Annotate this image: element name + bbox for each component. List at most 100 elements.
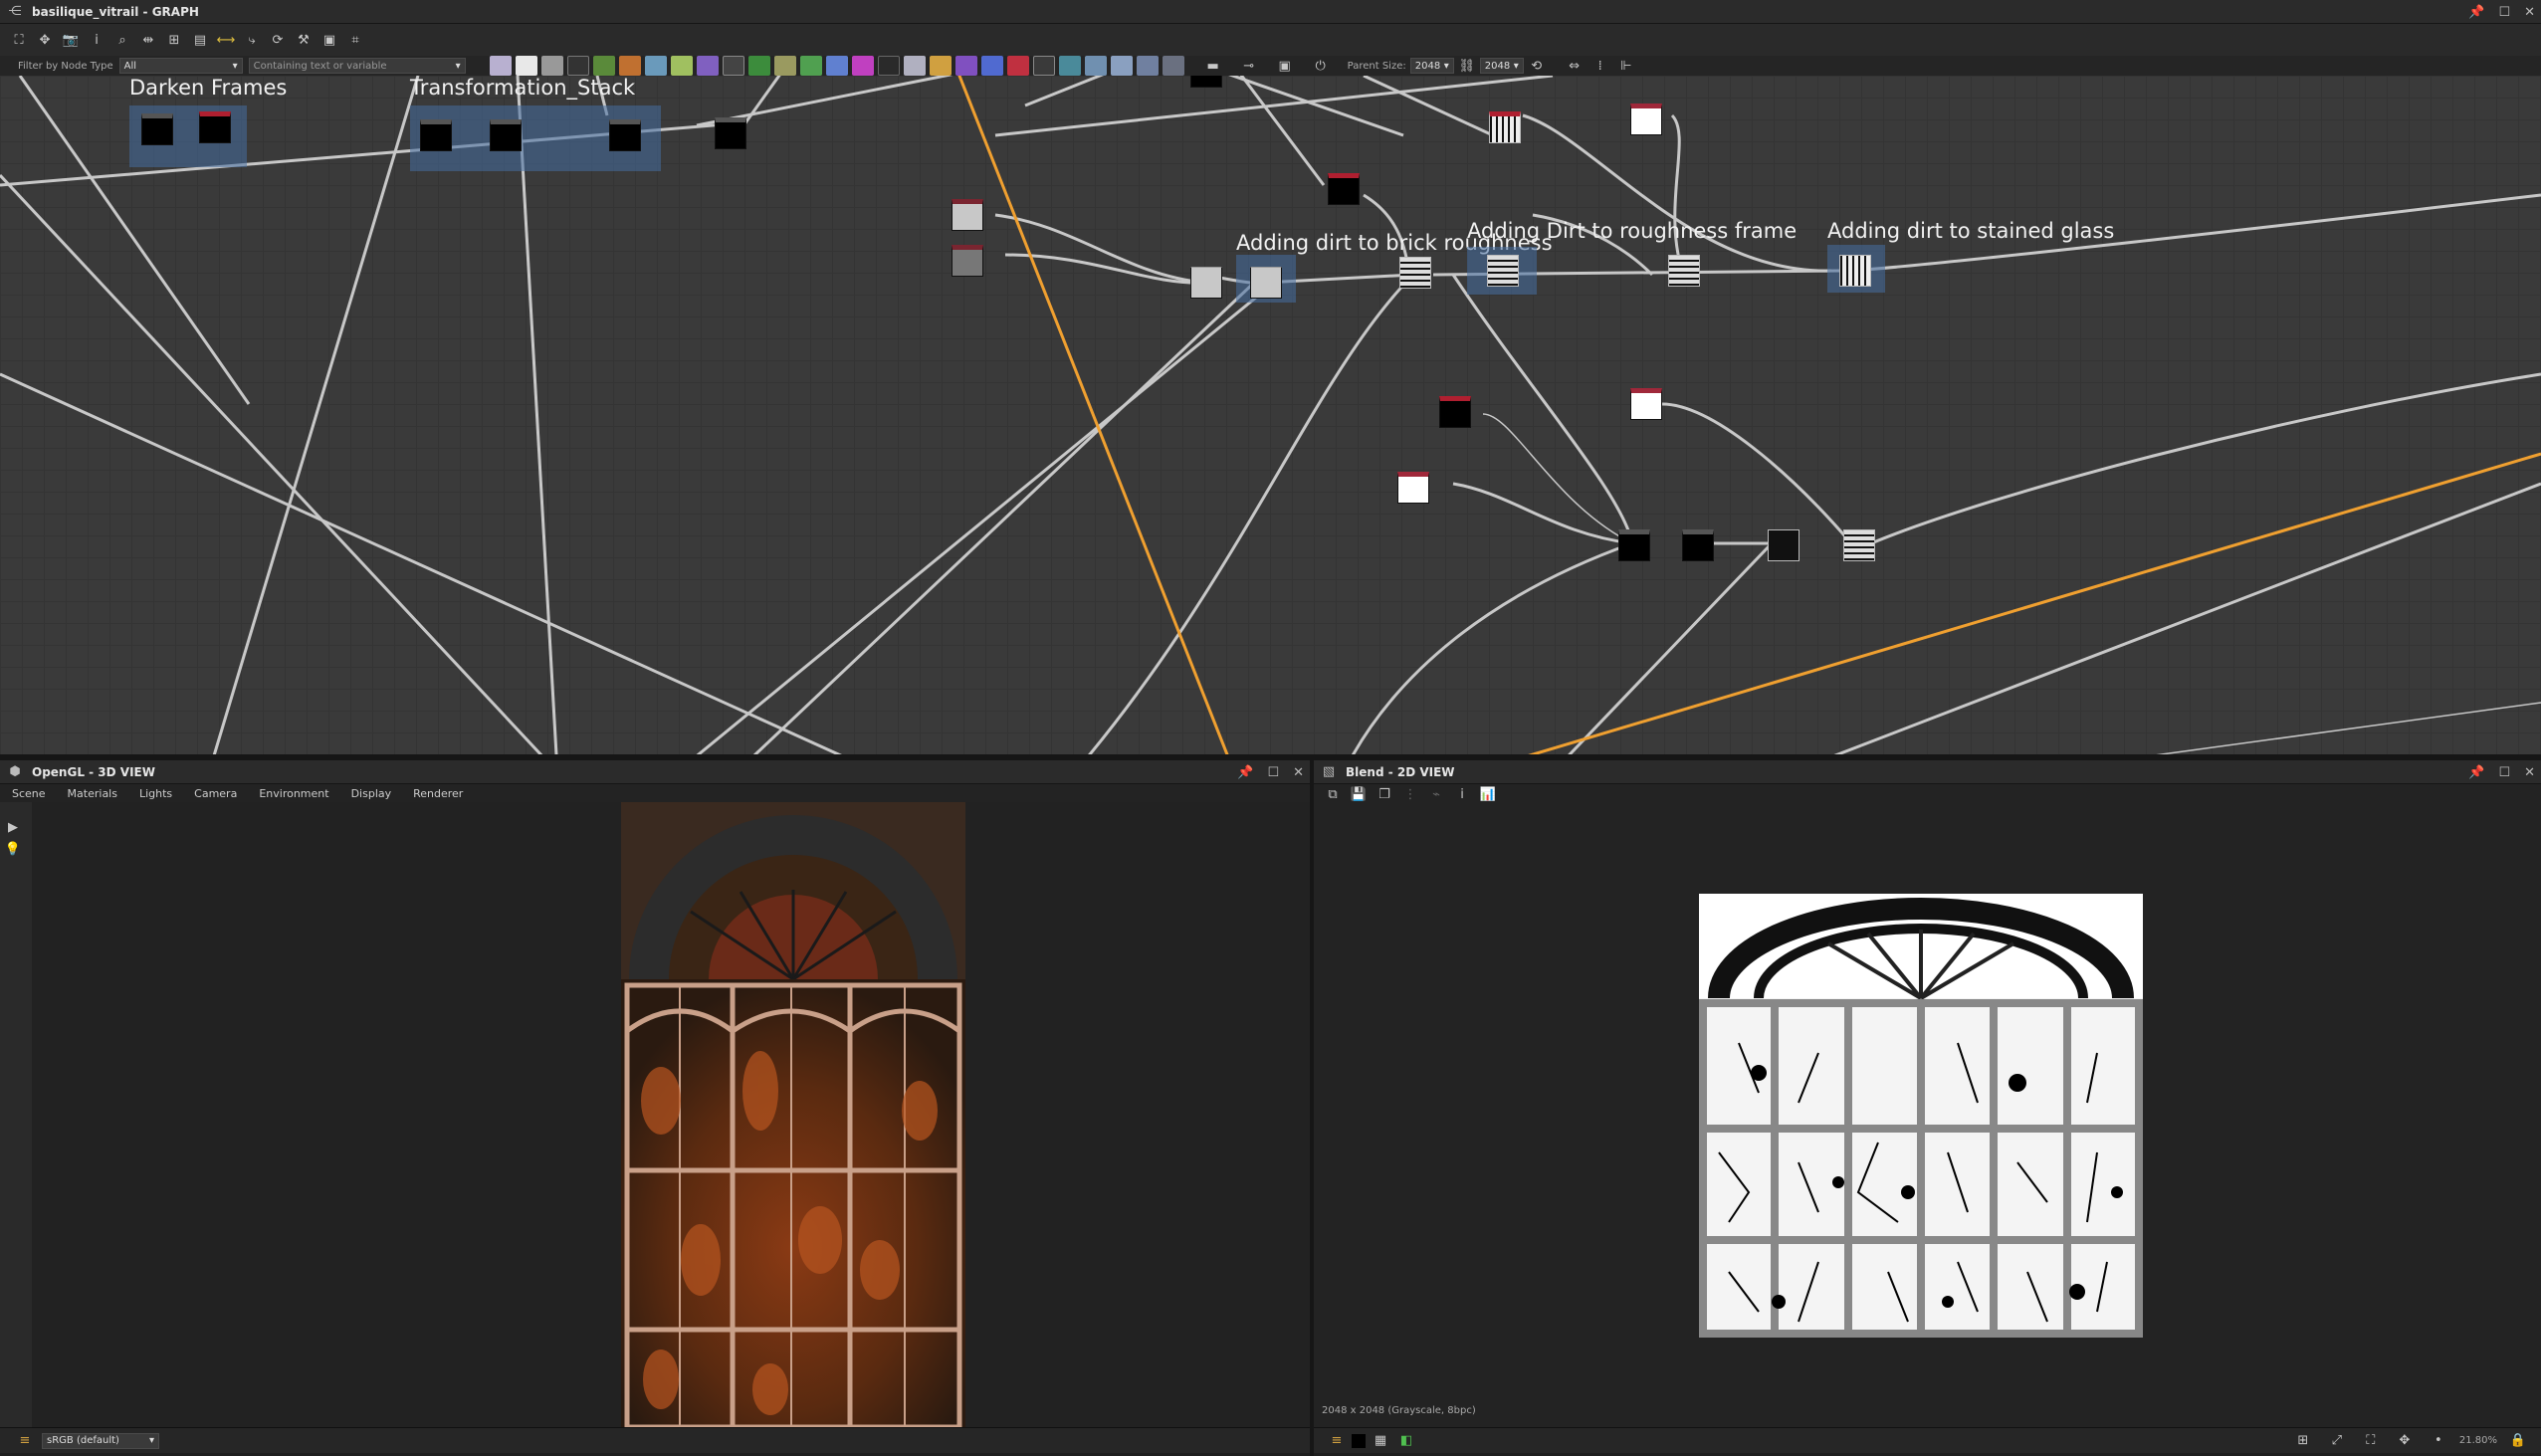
graph-node[interactable] [609,119,641,151]
levels-node-icon[interactable] [592,56,615,76]
graph-node[interactable] [1630,388,1662,420]
pan-icon[interactable]: ✥ [2394,1430,2416,1452]
menu-display[interactable]: Display [351,787,392,800]
connect-icon[interactable]: ⤷ [241,29,263,51]
graph-node[interactable] [1399,257,1431,289]
fx-node-icon[interactable] [1058,56,1081,76]
curve-node-icon[interactable] [773,56,796,76]
close-icon[interactable]: ✕ [1293,765,1304,780]
frame-icon[interactable]: ⛶ [2360,1430,2382,1452]
image-node-icon[interactable] [489,56,512,76]
microphone-icon[interactable]: ⏻ [1310,55,1332,77]
pin-icon[interactable]: 📌 [2468,765,2484,780]
maximize-icon[interactable]: ☐ [1267,765,1279,780]
comment-icon[interactable]: ▬ [1202,55,1224,77]
tile-node-icon[interactable] [696,56,719,76]
lock-icon[interactable]: 🔒 [2507,1430,2529,1452]
graph-node[interactable] [1439,396,1471,428]
light-bulb-icon[interactable]: 💡 [2,838,24,860]
frame-all-icon[interactable]: ⛶ [8,29,30,51]
duplicate-icon[interactable]: ❐ [1374,783,1395,805]
info-icon[interactable]: i [1451,783,1473,805]
link-icon[interactable]: ⟷ [215,29,237,51]
split-icon[interactable]: ⇔ [1564,55,1586,77]
save-icon[interactable]: 💾 [1348,783,1370,805]
copy-icon[interactable]: ⧉ [1322,783,1344,805]
graph-node[interactable] [1630,104,1662,135]
hierarchy-icon[interactable]: ⊩ [1615,55,1637,77]
refresh-icon[interactable]: ⟳ [267,29,289,51]
text-node-icon[interactable] [954,56,977,76]
comment-icon[interactable]: ▤ [189,29,211,51]
view2d-viewport[interactable]: 2048 x 2048 (Grayscale, 8bpc) [1314,804,2541,1427]
graph-node[interactable] [1250,267,1282,299]
pin-icon[interactable]: 📌 [2468,5,2484,20]
histogram-icon[interactable]: 📊 [1477,783,1499,805]
menu-lights[interactable]: Lights [139,787,172,800]
noise-node-icon[interactable] [747,56,770,76]
search-icon[interactable]: ⌕ [111,29,133,51]
graph-node[interactable] [1618,529,1650,561]
graph-node[interactable] [141,113,173,145]
graph-node[interactable] [1328,173,1360,205]
link-size-icon[interactable]: ⛓ [1456,55,1478,77]
graph-node[interactable] [952,245,983,277]
transform-node-icon[interactable] [980,56,1003,76]
frame-tool-icon[interactable]: ▣ [1274,55,1296,77]
height-node-icon[interactable] [825,56,848,76]
layout-icon[interactable]: ⊞ [163,29,185,51]
graph-node[interactable] [1668,255,1700,287]
graph-node[interactable] [199,111,231,143]
graph-node[interactable] [1682,529,1714,561]
layers-icon[interactable]: ≡ [1326,1430,1348,1452]
graph-node[interactable] [1843,529,1875,561]
tiling-icon[interactable]: ⊞ [2292,1430,2314,1452]
grid-icon[interactable]: ⌗ [344,29,366,51]
zoom-dot-icon[interactable]: • [2428,1430,2449,1452]
pin-node-icon[interactable]: ⊸ [1238,55,1260,77]
search-input[interactable]: Containing text or variable ▾ [248,58,466,74]
camera-icon[interactable]: 📷 [60,29,82,51]
svg-node-icon[interactable] [1110,56,1133,76]
info-icon[interactable]: i [86,29,107,51]
graph-node[interactable] [1397,472,1429,504]
menu-renderer[interactable]: Renderer [413,787,463,800]
graph-node[interactable] [490,119,522,151]
color-icon[interactable]: ◧ [1395,1430,1417,1452]
maximize-icon[interactable]: ☐ [2498,765,2510,780]
close-icon[interactable]: ✕ [2524,5,2535,20]
sharpen-node-icon[interactable] [670,56,693,76]
align-icon[interactable]: ⇹ [137,29,159,51]
checker-icon[interactable]: ▦ [1370,1430,1391,1452]
switch-icon[interactable]: ⁞ [1589,55,1611,77]
shuffle-node-icon[interactable] [566,56,589,76]
triangle-node-icon[interactable] [929,56,952,76]
graph-node[interactable] [1768,529,1800,561]
pan-icon[interactable]: ✥ [34,29,56,51]
pattern-node-icon[interactable] [722,56,744,76]
node-type-select[interactable]: All ▾ [118,58,243,74]
frame-icon[interactable]: ▣ [318,29,340,51]
output-size-select[interactable]: 2048 ▾ [1479,58,1524,74]
frame-node-icon[interactable] [1162,56,1184,76]
graph-canvas[interactable]: Darken Frames Transformation_Stack Addin… [0,76,2541,754]
graph-node[interactable] [1190,76,1222,88]
graph-node[interactable] [952,199,983,231]
warp-node-icon[interactable] [618,56,641,76]
view3d-viewport[interactable]: ▶ 💡 [0,802,1312,1427]
tools-icon[interactable]: ⚒ [293,29,315,51]
bitmap-node-icon[interactable] [1136,56,1159,76]
graph-node[interactable] [1839,255,1871,287]
blur-node-icon[interactable] [644,56,667,76]
uniform-node-icon[interactable] [515,56,537,76]
menu-materials[interactable]: Materials [68,787,117,800]
graph-node[interactable] [1489,111,1521,143]
input-node-icon[interactable] [1032,56,1055,76]
graph-node[interactable] [1190,267,1222,299]
fit-icon[interactable]: ⤢ [2326,1430,2348,1452]
output-node-icon[interactable] [1006,56,1029,76]
pixel-node-icon[interactable] [1084,56,1107,76]
maximize-icon[interactable]: ☐ [2498,5,2510,20]
zoom-level[interactable]: 21.80% [2459,1435,2497,1446]
histogram-node-icon[interactable] [903,56,926,76]
